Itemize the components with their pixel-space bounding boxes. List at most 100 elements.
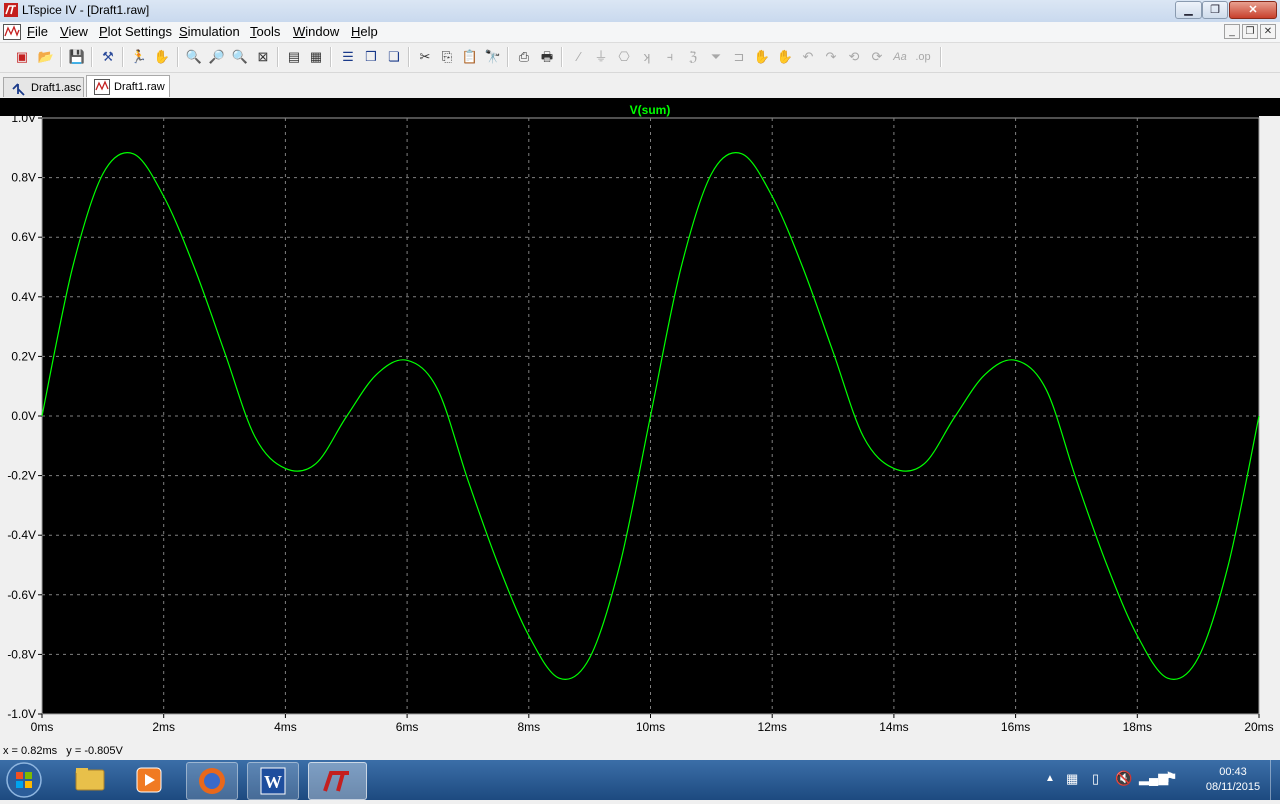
y-tick-label: 0.2V	[11, 349, 36, 363]
open-folder-icon[interactable]: 📂	[37, 48, 55, 66]
undo-icon[interactable]: ↶	[799, 48, 817, 66]
halt-hand-icon[interactable]: ✋	[153, 48, 171, 66]
zoom-full-icon[interactable]: ⊠	[254, 48, 272, 66]
volume-muted-icon[interactable]: 🔇	[1115, 770, 1132, 787]
capacitor-icon[interactable]: ⫞	[661, 48, 679, 66]
resistor-icon[interactable]: ʞ	[638, 48, 656, 66]
label-net-icon[interactable]: ⎔	[615, 48, 633, 66]
show-desktop-button[interactable]	[1270, 760, 1280, 800]
show-hidden-icons-chevron-icon[interactable]: ▲	[1045, 773, 1055, 784]
maximize-button[interactable]: ❐	[1202, 1, 1228, 19]
taskbar-firefox[interactable]	[186, 762, 238, 800]
x-tick-label: 2ms	[152, 720, 175, 734]
menu-tools[interactable]: Tools	[250, 24, 280, 39]
y-tick-label: 0.8V	[11, 171, 36, 185]
x-tick-label: 0ms	[31, 720, 54, 734]
new-schematic-icon[interactable]: ▣	[13, 48, 31, 66]
toolbar-separator	[122, 47, 124, 67]
autorange-icon[interactable]: ▤	[285, 48, 303, 66]
menu-file[interactable]: File	[27, 24, 48, 39]
media-player-icon	[136, 767, 162, 793]
component-icon[interactable]: ⊐	[730, 48, 748, 66]
taskbar-ltspice[interactable]	[308, 762, 367, 800]
run-icon[interactable]: 🏃	[130, 48, 148, 66]
action-center-flag-icon[interactable]: ⚑	[1165, 769, 1178, 786]
x-tick-label: 14ms	[879, 720, 908, 734]
status-bar: x = 0.82ms y = -0.805V	[0, 741, 1280, 760]
taskbar-word[interactable]: W	[247, 762, 299, 800]
tab-draft1-raw[interactable]: Draft1.raw	[86, 75, 170, 97]
toolbar-separator	[507, 47, 509, 67]
svg-text:W: W	[264, 772, 282, 792]
move-hand-icon[interactable]: ✋	[753, 48, 771, 66]
system-clock[interactable]: 00:43 08/11/2015	[1198, 765, 1268, 795]
toolbar-separator	[408, 47, 410, 67]
tile-horizontal-icon[interactable]: ☰	[339, 48, 357, 66]
mdi-close-button[interactable]: ✕	[1260, 24, 1276, 39]
x-tick-label: 16ms	[1001, 720, 1030, 734]
mdi-minimize-button[interactable]: _	[1224, 24, 1240, 39]
menu-simulation[interactable]: Simulation	[179, 24, 240, 39]
drag-hand-icon[interactable]: ✋	[776, 48, 794, 66]
y-tick-label: -0.8V	[7, 647, 36, 661]
waveform-document-icon[interactable]	[3, 24, 21, 40]
toolbar-separator	[177, 47, 179, 67]
print-icon[interactable]: 🖶	[538, 48, 556, 66]
y-tick-label: -0.6V	[7, 588, 36, 602]
battery-icon[interactable]: ▯	[1092, 771, 1099, 787]
y-tick-label: -0.2V	[7, 469, 36, 483]
rotate-icon[interactable]: ⟲	[845, 48, 863, 66]
cascade-windows-icon[interactable]: ❒	[362, 48, 380, 66]
x-tick-label: 10ms	[636, 720, 665, 734]
spice-directive-icon[interactable]: .op	[914, 48, 932, 66]
taskbar-media-player[interactable]	[127, 762, 171, 798]
tile-vertical-icon[interactable]: ❏	[385, 48, 403, 66]
trace-label-v-sum[interactable]: V(sum)	[630, 103, 671, 117]
y-tick-label: 1.0V	[11, 111, 36, 125]
network-icon[interactable]: ▦	[1066, 771, 1078, 787]
menu-window[interactable]: Window	[293, 24, 339, 39]
toolbar-separator	[277, 47, 279, 67]
wire-icon[interactable]: ∕	[570, 48, 588, 66]
waveform-icon	[94, 79, 110, 95]
menu-plot-settings[interactable]: Plot Settings	[99, 24, 172, 39]
minimize-button[interactable]: ▁	[1175, 1, 1202, 19]
inductor-icon[interactable]: ℨ	[684, 48, 702, 66]
waveform-plot-pane[interactable]: 0ms 2ms 4ms 6ms 8ms 10ms 12ms 14ms 16ms 18ms 20ms 1…	[0, 98, 1280, 740]
toolbar-separator	[561, 47, 563, 67]
tab-draft1-asc[interactable]: Draft1.asc	[3, 77, 84, 97]
control-panel-icon[interactable]: ⚒	[99, 48, 117, 66]
paste-icon[interactable]: 📋	[461, 48, 479, 66]
ground-icon[interactable]: ⏚	[592, 48, 610, 66]
close-icon: ✕	[1248, 4, 1258, 16]
redo-icon[interactable]: ↷	[822, 48, 840, 66]
start-button-icon[interactable]	[3, 761, 45, 799]
minimize-icon: ▁	[1184, 4, 1193, 16]
zoom-out-icon[interactable]: 🔍	[231, 48, 249, 66]
toolbar-separator	[330, 47, 332, 67]
cursor-readout: x = 0.82ms y = -0.805V	[3, 745, 123, 757]
pan-icon[interactable]: 🔎	[208, 48, 226, 66]
toolbar-separator	[60, 47, 62, 67]
grid-icon[interactable]: ▦	[307, 48, 325, 66]
cut-icon[interactable]: ✂	[416, 48, 434, 66]
y-tick-label: 0.6V	[11, 230, 36, 244]
save-icon[interactable]: 💾	[68, 48, 86, 66]
mirror-icon[interactable]: ⟳	[868, 48, 886, 66]
x-tick-label: 4ms	[274, 720, 297, 734]
diode-icon[interactable]: ⏷	[707, 48, 725, 66]
close-button[interactable]: ✕	[1229, 1, 1277, 19]
menu-view[interactable]: View	[60, 24, 88, 39]
signal-bars-icon[interactable]: ▂▄▆	[1139, 770, 1168, 786]
zoom-in-icon[interactable]: 🔍	[185, 48, 203, 66]
text-icon[interactable]: Aa	[891, 48, 909, 66]
clock-time: 00:43	[1219, 766, 1247, 778]
find-icon[interactable]: 🔭	[484, 48, 502, 66]
menu-help[interactable]: Help	[351, 24, 378, 39]
mdi-restore-button[interactable]: ❐	[1242, 24, 1258, 39]
waveform-chart[interactable]: 0ms 2ms 4ms 6ms 8ms 10ms 12ms 14ms 16ms 18ms 20ms 1…	[0, 98, 1280, 740]
taskbar-explorer[interactable]	[68, 762, 112, 798]
ltspice-logo-icon	[323, 771, 349, 792]
copy-icon[interactable]: ⎘	[438, 48, 456, 66]
print-preview-icon[interactable]: ⎙	[515, 48, 533, 66]
